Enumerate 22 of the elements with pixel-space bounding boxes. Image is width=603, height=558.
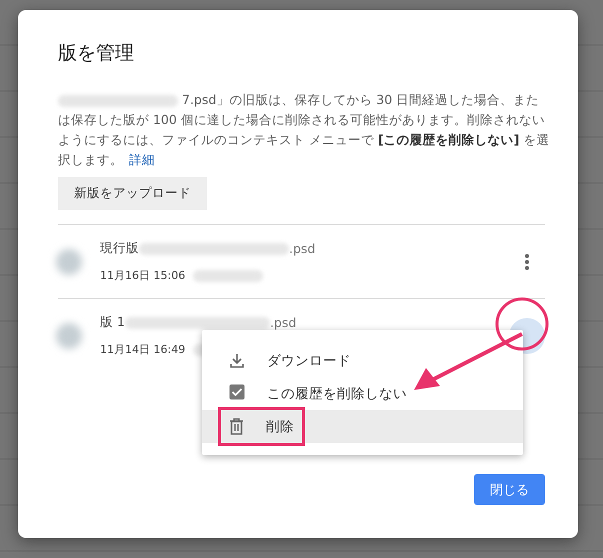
annotation-circle: [496, 298, 548, 350]
dialog-title: 版を管理: [58, 41, 135, 66]
checkbox-icon[interactable]: [229, 384, 245, 400]
menu-item[interactable]: 削除: [266, 418, 294, 436]
details-link[interactable]: 詳細: [129, 152, 155, 167]
download-icon: [229, 352, 245, 368]
file-extension: .psd: [270, 315, 296, 330]
file-thumbnail: [56, 248, 82, 274]
file-extension: .psd: [289, 241, 316, 256]
menu-item[interactable]: ダウンロード: [267, 352, 351, 370]
close-button[interactable]: 閉じる: [474, 474, 545, 505]
trash-icon: [229, 418, 244, 435]
menu-item[interactable]: この履歴を削除しない: [267, 384, 407, 402]
version-label: 版 1: [100, 314, 125, 331]
file-thumbnail: [56, 322, 82, 348]
redacted-text: [193, 270, 264, 282]
version-date: 11月14日 16:49: [100, 342, 186, 357]
description-text: 7.psd」の旧版は、保存してから 30 日間経過した場合、または保存した版が 100 個に達した場合に削除される可能性があります。削除されないようにするには、ファイルのコンテキスト メニューで [この履歴を削除しない] を選択します。 詳細: [58, 91, 550, 169]
more-icon: [525, 254, 529, 270]
version-label: 現行版: [100, 240, 139, 257]
version-date: 11月16日 15:06: [100, 268, 186, 283]
upload-button[interactable]: 新版をアップロード: [58, 177, 207, 210]
